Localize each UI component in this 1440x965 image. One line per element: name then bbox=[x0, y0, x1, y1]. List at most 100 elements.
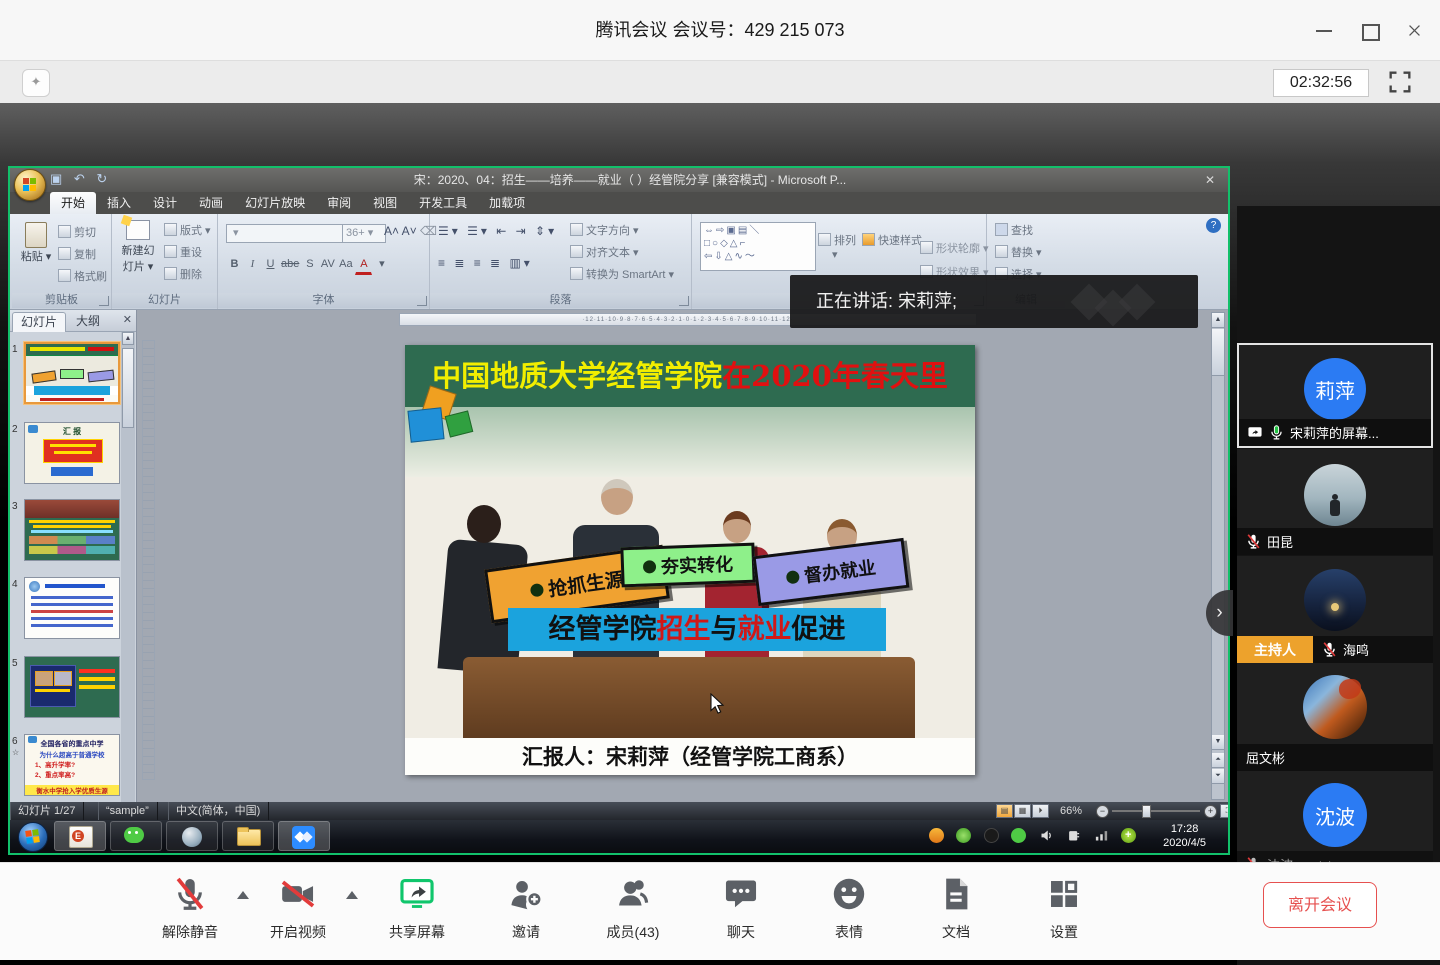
delete-button[interactable]: 删除 bbox=[164, 266, 202, 282]
language-indicator[interactable]: 中文(简体，中国) bbox=[168, 802, 269, 820]
align-buttons[interactable]: ≡ ≣ ≡ ≣ ▥▾ bbox=[438, 256, 533, 270]
shape-gallery[interactable]: ⇔⇨▣▤＼□○◇△⌐⇦⇩△∿〜 bbox=[700, 222, 816, 271]
zoom-in-button[interactable]: + bbox=[1204, 805, 1217, 818]
chat-button[interactable]: 聊天 bbox=[693, 875, 789, 942]
security-icon[interactable]: ✦ bbox=[22, 69, 50, 97]
slide-table bbox=[463, 657, 915, 747]
tray-wechat-icon[interactable] bbox=[1011, 828, 1026, 843]
slide-thumbnail-1[interactable] bbox=[24, 342, 120, 404]
font-dialog-launcher[interactable] bbox=[417, 296, 427, 306]
tab-home[interactable]: 开始 bbox=[50, 192, 96, 214]
layout-button[interactable]: 版式 ▾ bbox=[164, 222, 211, 238]
video-options-caret[interactable] bbox=[346, 891, 358, 899]
taskbar-browser[interactable] bbox=[166, 821, 218, 851]
participant-tile-quwenbin[interactable]: 屈文彬 bbox=[1237, 663, 1433, 771]
zoom-slider[interactable] bbox=[1112, 810, 1200, 812]
taskbar-tencent-meeting[interactable] bbox=[278, 821, 330, 851]
fit-to-window-button[interactable]: ⛶ bbox=[1220, 804, 1230, 818]
normal-view-button[interactable]: ▤ bbox=[996, 804, 1013, 818]
paste-button[interactable]: 粘贴 ▾ bbox=[20, 222, 52, 264]
banner-bullet bbox=[786, 569, 800, 583]
slide-thumbnail-3[interactable] bbox=[24, 499, 120, 561]
slide-thumbnail-5[interactable] bbox=[24, 656, 120, 718]
tray-updater-icon[interactable]: + bbox=[1121, 828, 1136, 843]
quick-styles-button[interactable]: 快速样式 bbox=[862, 232, 922, 248]
clipboard-dialog-launcher[interactable] bbox=[99, 296, 109, 306]
help-icon[interactable]: ? bbox=[1206, 218, 1221, 233]
taskbar-clock[interactable]: 17:28 2020/4/5 bbox=[1163, 822, 1206, 850]
paragraph-dialog-launcher[interactable] bbox=[679, 296, 689, 306]
docs-button[interactable]: 文档 bbox=[908, 875, 1004, 942]
quick-access-toolbar[interactable]: ▣ ↶ ↻ bbox=[50, 171, 111, 189]
find-button[interactable]: 查找 bbox=[995, 222, 1033, 238]
tray-volume-icon[interactable] bbox=[1039, 828, 1054, 843]
zoom-slider-thumb[interactable] bbox=[1142, 805, 1151, 818]
taskbar-powerpoint[interactable]: E bbox=[54, 821, 106, 851]
cut-button[interactable]: 剪切 bbox=[58, 224, 96, 240]
format-painter-button[interactable]: 格式刷 bbox=[58, 268, 107, 284]
slide-thumbnail-4[interactable] bbox=[24, 577, 120, 639]
list-buttons[interactable]: ☰▾ ☰▾ ⇤ ⇥ ⇕▾ bbox=[438, 224, 557, 238]
tab-insert[interactable]: 插入 bbox=[96, 192, 142, 214]
tab-developer[interactable]: 开发工具 bbox=[408, 192, 478, 214]
tab-slideshow[interactable]: 幻灯片放映 bbox=[234, 192, 316, 214]
leave-meeting-button[interactable]: 离开会议 bbox=[1263, 882, 1377, 928]
reset-button[interactable]: 重设 bbox=[164, 244, 202, 260]
tab-review[interactable]: 审阅 bbox=[316, 192, 362, 214]
start-button[interactable] bbox=[18, 822, 48, 852]
smartart-button[interactable]: 转换为 SmartArt ▾ bbox=[570, 266, 674, 282]
slide-canvas[interactable]: 中国地质大学经管学院在2020年春天里 抢抓生源 夯实转化 督办就业 bbox=[405, 345, 975, 775]
tray-qq-icon[interactable] bbox=[984, 828, 999, 843]
mic-options-caret[interactable] bbox=[237, 891, 249, 899]
tray-plug-icon[interactable] bbox=[1066, 828, 1081, 843]
tab-outline[interactable]: 大纲 bbox=[68, 312, 108, 331]
slideshow-button[interactable]: ⏵ bbox=[1032, 804, 1049, 818]
tab-animation[interactable]: 动画 bbox=[188, 192, 234, 214]
panel-close-icon[interactable]: ✕ bbox=[123, 313, 132, 326]
taskbar-wechat[interactable] bbox=[110, 821, 162, 851]
tray-key-icon[interactable] bbox=[929, 828, 944, 843]
tab-slides-thumbnails[interactable]: 幻灯片 bbox=[12, 312, 66, 332]
arrange-button[interactable]: 排列▾ bbox=[818, 232, 856, 261]
text-direction-button[interactable]: 文字方向 ▾ bbox=[570, 222, 639, 238]
zoom-out-button[interactable]: − bbox=[1096, 805, 1109, 818]
participant-tile-haiming[interactable]: 主持人 海鸣 bbox=[1237, 556, 1433, 663]
align-text-button[interactable]: 对齐文本 ▾ bbox=[570, 244, 639, 260]
group-paragraph: ☰▾ ☰▾ ⇤ ⇥ ⇕▾ ≡ ≣ ≡ ≣ ▥▾ 文字方向 ▾ 对齐文本 ▾ 转换… bbox=[430, 214, 692, 309]
start-video-button[interactable]: 开启视频 bbox=[250, 875, 346, 942]
maximize-button[interactable] bbox=[1362, 24, 1380, 41]
copy-button[interactable]: 复制 bbox=[58, 246, 96, 262]
slide-sorter-button[interactable]: ▦ bbox=[1014, 804, 1031, 818]
office-button[interactable] bbox=[14, 169, 46, 201]
unmute-button[interactable]: 解除静音 bbox=[142, 875, 238, 942]
close-button[interactable] bbox=[1406, 22, 1426, 36]
invite-button[interactable]: 邀请 bbox=[478, 875, 574, 942]
thumbnails-scrollbar[interactable]: ▲ bbox=[121, 332, 135, 802]
share-screen-button[interactable]: 共享屏幕 bbox=[369, 875, 465, 942]
replace-button[interactable]: 替换 ▾ bbox=[995, 244, 1042, 260]
font-size-combo[interactable]: 36+ ▾ bbox=[342, 224, 386, 243]
slide-thumbnail-2[interactable]: 汇 报 bbox=[24, 422, 120, 484]
tab-view[interactable]: 视图 bbox=[362, 192, 408, 214]
slide-thumbnail-6[interactable]: 全国各省的重点中学 为什么超高于普通学校 1、高升学率? 2、重点率高? 衡水中… bbox=[24, 734, 120, 796]
tray-shield-icon[interactable] bbox=[956, 828, 971, 843]
ppt-close-icon[interactable]: ✕ bbox=[1202, 172, 1218, 188]
participant-tile-songliping[interactable]: 莉萍 宋莉萍的屏幕... bbox=[1237, 343, 1433, 448]
tab-design[interactable]: 设计 bbox=[142, 192, 188, 214]
tab-addins[interactable]: 加载项 bbox=[478, 192, 536, 214]
minimize-button[interactable] bbox=[1316, 24, 1336, 38]
slide-scrollbar[interactable]: ▲ ▼ ⏶ ⏷ bbox=[1211, 312, 1225, 800]
font-style-buttons[interactable]: BIUabeSAVAaA▾ bbox=[226, 254, 391, 275]
camera-off-icon bbox=[279, 875, 317, 913]
emoji-button[interactable]: 表情 bbox=[801, 875, 897, 942]
font-name-combo[interactable]: ▾ bbox=[226, 224, 344, 243]
participant-tile-tiankun[interactable]: 田昆 bbox=[1237, 449, 1433, 555]
shape-outline-button[interactable]: 形状轮廓 ▾ bbox=[920, 240, 989, 256]
members-button[interactable]: 成员(43) bbox=[585, 875, 681, 942]
system-tray[interactable]: + bbox=[921, 828, 1136, 846]
fullscreen-button[interactable] bbox=[1386, 68, 1414, 96]
settings-button[interactable]: 设置 bbox=[1016, 875, 1112, 942]
taskbar-explorer[interactable] bbox=[222, 821, 274, 851]
new-slide-button[interactable]: 新建幻灯片 ▾ bbox=[118, 220, 158, 274]
tray-network-icon[interactable] bbox=[1094, 828, 1109, 843]
